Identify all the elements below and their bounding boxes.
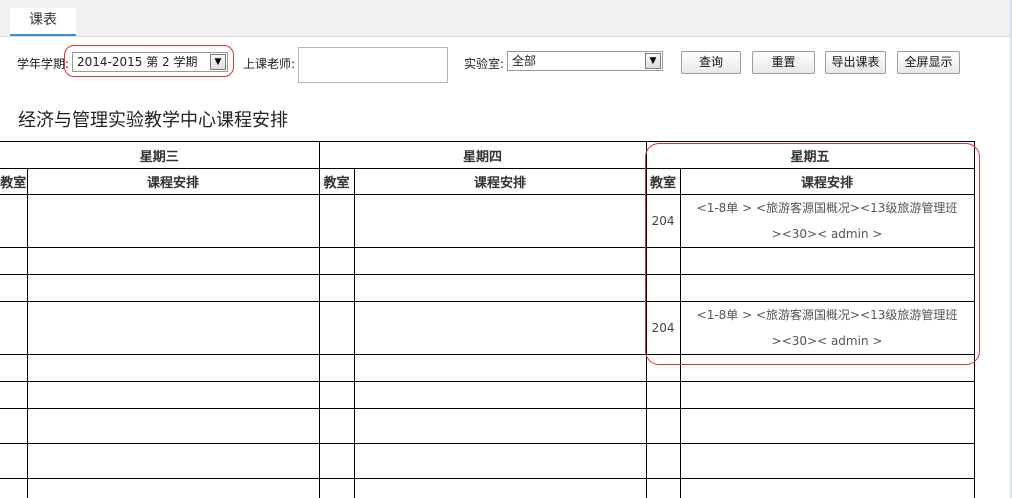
col-schedule: 课程安排	[353, 168, 647, 195]
day-header-thu: 星期四	[318, 141, 647, 169]
course-cell[interactable]: <1-8单 > <旅游客源国概况><13级旅游管理班 ><30>< admin …	[679, 194, 975, 248]
fullscreen-button[interactable]: 全屏显示	[897, 51, 960, 74]
course-line: ><30>< admin >	[771, 227, 883, 241]
tab-schedule[interactable]: 课表	[10, 8, 76, 36]
table-row	[0, 274, 975, 302]
query-button[interactable]: 查询	[681, 51, 741, 74]
course-line: <1-8单 > <旅游客源国概况><13级旅游管理班	[696, 308, 958, 322]
table-row	[0, 443, 975, 479]
reset-button[interactable]: 重置	[752, 51, 815, 74]
export-schedule-button[interactable]: 导出课表	[825, 51, 886, 74]
chevron-down-icon[interactable]: ▼	[210, 54, 226, 70]
table-row: 204 <1-8单 > <旅游客源国概况><13级旅游管理班 ><30>< ad…	[0, 301, 975, 355]
col-room: 教室	[645, 168, 681, 195]
course-line: ><30>< admin >	[771, 334, 883, 348]
tab-bar: 课表	[0, 0, 1012, 37]
table-row	[0, 478, 975, 498]
lab-label: 实验室:	[464, 57, 505, 71]
schedule-table: 星期三 星期四 星期五 教室 课程安排 教室 课程安排 教室 课程安排 204 …	[0, 141, 975, 498]
col-room: 教室	[318, 168, 355, 195]
lab-select[interactable]: 全部 ▼	[507, 51, 663, 71]
page-title: 经济与管理实验教学中心课程安排	[18, 110, 288, 131]
teacher-label: 上课老师:	[243, 57, 296, 71]
teacher-input[interactable]	[298, 47, 448, 83]
table-row	[0, 247, 975, 275]
term-select[interactable]: 2014-2015 第 2 学期 ▼	[72, 52, 228, 72]
table-row: 204 <1-8单 > <旅游客源国概况><13级旅游管理班 ><30>< ad…	[0, 194, 975, 248]
col-schedule: 课程安排	[26, 168, 320, 195]
chevron-down-icon[interactable]: ▼	[645, 53, 661, 69]
table-row	[0, 354, 975, 382]
col-schedule: 课程安排	[679, 168, 975, 195]
lab-select-value: 全部	[512, 54, 537, 68]
room-cell: 204	[645, 194, 681, 248]
course-line: <1-8单 > <旅游客源国概况><13级旅游管理班	[696, 201, 958, 215]
term-label: 学年学期:	[17, 57, 70, 71]
room-cell: 204	[645, 301, 681, 355]
day-header-wed: 星期三	[0, 141, 320, 169]
table-row	[0, 381, 975, 409]
term-select-value: 2014-2015 第 2 学期	[77, 55, 198, 69]
col-room: 教室	[0, 168, 28, 195]
day-header-fri: 星期五	[645, 141, 975, 169]
course-cell[interactable]: <1-8单 > <旅游客源国概况><13级旅游管理班 ><30>< admin …	[679, 301, 975, 355]
table-row	[0, 408, 975, 444]
